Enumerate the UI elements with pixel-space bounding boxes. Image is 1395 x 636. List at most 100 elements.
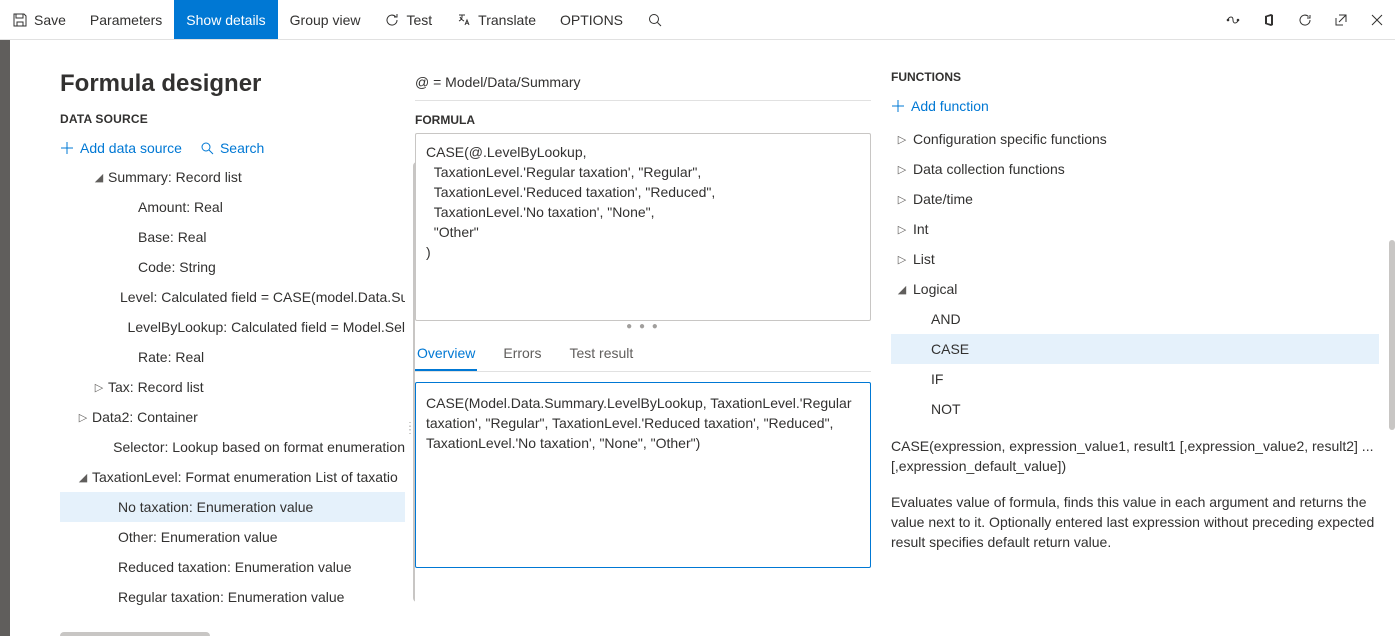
tab-overview[interactable]: Overview xyxy=(415,337,477,371)
function-group[interactable]: ▷Date/time xyxy=(891,184,1379,214)
tree-node-label: Code: String xyxy=(138,259,216,275)
page-title: Formula designer xyxy=(60,70,415,98)
tree-node[interactable]: ▷Data2: Container xyxy=(60,402,405,432)
function-group[interactable]: ◢Logical xyxy=(891,274,1379,304)
twisty-icon[interactable]: ▷ xyxy=(74,411,92,424)
twisty-icon[interactable]: ▷ xyxy=(891,133,913,146)
tree-node-label: Rate: Real xyxy=(138,349,204,365)
plus-icon xyxy=(891,99,905,113)
tree-node-label: Regular taxation: Enumeration value xyxy=(118,589,344,605)
twisty-icon[interactable]: ◢ xyxy=(74,471,92,484)
translate-icon xyxy=(456,12,472,28)
tree-node[interactable]: Regular taxation: Enumeration value xyxy=(60,582,405,612)
functions-vscroll[interactable] xyxy=(1389,240,1395,540)
tree-node-label: Amount: Real xyxy=(138,199,223,215)
tree-node[interactable]: ◢Summary: Record list xyxy=(60,162,405,192)
tree-node-label: Tax: Record list xyxy=(108,379,204,395)
options-button[interactable]: OPTIONS xyxy=(548,0,635,39)
add-data-source-label: Add data source xyxy=(80,140,182,156)
tree-node-label: Selector: Lookup based on format enumera… xyxy=(113,439,405,455)
reload-icon-button[interactable] xyxy=(1287,0,1323,39)
toolbar: Save Parameters Show details Group view … xyxy=(0,0,1395,40)
test-label: Test xyxy=(406,12,432,28)
twisty-icon[interactable]: ▷ xyxy=(90,381,108,394)
tree-node-label: Other: Enumeration value xyxy=(118,529,278,545)
function-group[interactable]: ▷Configuration specific functions xyxy=(891,124,1379,154)
connector-icon-button[interactable] xyxy=(1215,0,1251,39)
group-view-button[interactable]: Group view xyxy=(278,0,373,39)
tree-node[interactable]: Selector: Lookup based on format enumera… xyxy=(60,432,405,462)
twisty-icon[interactable]: ▷ xyxy=(891,193,913,206)
function-item-label: AND xyxy=(931,311,961,327)
test-button[interactable]: Test xyxy=(372,0,444,39)
tree-node-label: Level: Calculated field = CASE(model.Dat… xyxy=(120,289,405,305)
data-source-search-button[interactable]: Search xyxy=(200,140,264,156)
add-function-button[interactable]: Add function xyxy=(891,98,1379,114)
functions-list[interactable]: ▷Configuration specific functions▷Data c… xyxy=(891,124,1379,424)
function-signature: CASE(expression, expression_value1, resu… xyxy=(891,436,1379,476)
formula-panel: ⋮⋮ @ = Model/Data/Summary FORMULA CASE(@… xyxy=(415,70,883,636)
functions-vscroll-thumb[interactable] xyxy=(1389,240,1395,430)
function-group[interactable]: ▷List xyxy=(891,244,1379,274)
tab-errors[interactable]: Errors xyxy=(501,337,543,371)
office-icon-button[interactable] xyxy=(1251,0,1287,39)
twisty-icon[interactable]: ◢ xyxy=(891,283,913,296)
content: Formula designer DATA SOURCE Add data so… xyxy=(10,40,1395,636)
tree-node[interactable]: LevelByLookup: Calculated field = Model.… xyxy=(60,312,405,342)
show-details-button[interactable]: Show details xyxy=(174,0,277,39)
alias-row: @ = Model/Data/Summary xyxy=(415,70,871,101)
twisty-icon[interactable]: ▷ xyxy=(891,163,913,176)
translate-button[interactable]: Translate xyxy=(444,0,548,39)
resize-handle-icon[interactable]: ● ● ● xyxy=(415,321,871,335)
toolbar-search-button[interactable] xyxy=(635,0,675,39)
close-icon-button[interactable] xyxy=(1359,0,1395,39)
functions-panel: FUNCTIONS Add function ▷Configuration sp… xyxy=(883,70,1395,636)
tree-node[interactable]: Other: Enumeration value xyxy=(60,522,405,552)
tree-hscroll[interactable] xyxy=(60,632,210,636)
function-item[interactable]: NOT xyxy=(891,394,1379,424)
data-source-tree[interactable]: ◢Summary: Record listAmount: RealBase: R… xyxy=(60,162,405,636)
add-function-label: Add function xyxy=(911,98,989,114)
tree-node[interactable]: No taxation: Enumeration value xyxy=(60,492,405,522)
twisty-icon[interactable]: ▷ xyxy=(891,223,913,236)
tree-node[interactable]: ◢TaxationLevel: Format enumeration List … xyxy=(60,462,405,492)
office-icon xyxy=(1261,12,1277,28)
popout-icon-button[interactable] xyxy=(1323,0,1359,39)
twisty-icon[interactable]: ◢ xyxy=(90,171,108,184)
function-group-label: Configuration specific functions xyxy=(913,131,1107,147)
function-item[interactable]: IF xyxy=(891,364,1379,394)
parameters-button[interactable]: Parameters xyxy=(78,0,174,39)
tree-node-label: Reduced taxation: Enumeration value xyxy=(118,559,351,575)
save-label: Save xyxy=(34,12,66,28)
function-group[interactable]: ▷Int xyxy=(891,214,1379,244)
left-rail xyxy=(0,40,10,636)
tree-node[interactable]: Level: Calculated field = CASE(model.Dat… xyxy=(60,282,405,312)
function-item[interactable]: CASE xyxy=(891,334,1379,364)
reload-icon xyxy=(1297,12,1313,28)
tree-node[interactable]: Base: Real xyxy=(60,222,405,252)
data-source-tree-wrap: ◢Summary: Record listAmount: RealBase: R… xyxy=(60,162,415,636)
tab-test-result[interactable]: Test result xyxy=(567,337,635,371)
tree-node[interactable]: Reduced taxation: Enumeration value xyxy=(60,552,405,582)
plus-icon xyxy=(60,141,74,155)
tree-node-label: Base: Real xyxy=(138,229,206,245)
tree-node-label: Summary: Record list xyxy=(108,169,242,185)
tree-node[interactable]: ▷Tax: Record list xyxy=(60,372,405,402)
refresh-icon xyxy=(384,12,400,28)
close-icon xyxy=(1369,12,1385,28)
tree-node[interactable]: Amount: Real xyxy=(60,192,405,222)
tree-node[interactable]: Code: String xyxy=(60,252,405,282)
save-button[interactable]: Save xyxy=(0,0,78,39)
add-data-source-button[interactable]: Add data source xyxy=(60,140,182,156)
search-icon xyxy=(200,141,214,155)
function-group[interactable]: ▷Data collection functions xyxy=(891,154,1379,184)
function-item-label: CASE xyxy=(931,341,969,357)
resize-dots-icon[interactable]: ⋮⋮ xyxy=(405,425,415,433)
result-tabs: Overview Errors Test result xyxy=(415,337,871,372)
function-item[interactable]: AND xyxy=(891,304,1379,334)
tree-node[interactable]: Rate: Real xyxy=(60,342,405,372)
functions-label: FUNCTIONS xyxy=(891,70,1379,84)
formula-editor[interactable]: CASE(@.LevelByLookup, TaxationLevel.'Reg… xyxy=(415,133,871,321)
function-group-label: Data collection functions xyxy=(913,161,1065,177)
twisty-icon[interactable]: ▷ xyxy=(891,253,913,266)
